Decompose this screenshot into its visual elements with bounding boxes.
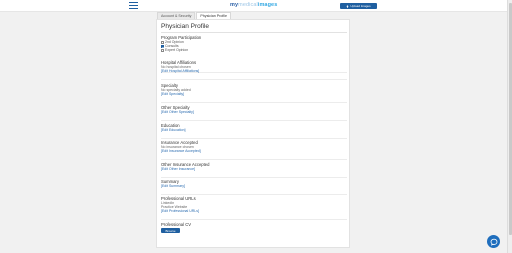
professional-cv-section: Professional CV Browse <box>161 222 347 233</box>
tab-physician-profile[interactable]: Physician Profile <box>196 12 231 19</box>
upload-images-label: Upload Images <box>350 4 371 8</box>
summary-section: Summary [Edit Summary] <box>161 179 347 195</box>
page-scrollbar[interactable] <box>507 0 512 253</box>
section-divider <box>161 159 347 160</box>
edit-other-insurance-link[interactable]: [Edit Other Insurance] <box>161 167 347 171</box>
section-divider <box>161 177 347 178</box>
section-divider <box>161 194 347 195</box>
upload-icon <box>346 4 350 8</box>
checkbox-2nd-opinion[interactable] <box>161 40 164 44</box>
top-navigation-bar: mymedicalimages Upload Images <box>0 0 512 12</box>
upload-images-button[interactable]: Upload Images <box>340 3 377 9</box>
edit-summary-link[interactable]: [Edit Summary] <box>161 184 347 188</box>
checkbox-consults[interactable] <box>161 44 164 48</box>
education-section: Education [Edit Education] <box>161 123 347 139</box>
site-logo[interactable]: mymedicalimages <box>230 2 277 8</box>
edit-specialty-link[interactable]: [Edit Specialty] <box>161 92 347 96</box>
program-participation-section: Program Participation 2nd Opinion Consul… <box>161 35 347 73</box>
option-label: Expert Opinion <box>165 48 189 52</box>
other-specialty-section: Other Specialty [Edit Other Specialty] <box>161 105 347 121</box>
page-title: Physician Profile <box>161 23 210 30</box>
other-insurance-section: Other Insurance Accepted [Edit Other Ins… <box>161 162 347 178</box>
hamburger-menu-icon[interactable] <box>129 2 138 9</box>
section-divider <box>161 102 347 103</box>
edit-other-specialty-link[interactable]: [Edit Other Specialty] <box>161 110 347 114</box>
chat-bubble-icon <box>490 238 497 246</box>
professional-cv-heading: Professional CV <box>161 222 192 227</box>
browse-cv-button[interactable]: Browse <box>161 228 180 233</box>
section-divider <box>161 120 347 121</box>
professional-urls-section: Professional URLs LinkedIn Practice Webs… <box>161 196 347 220</box>
edit-education-link[interactable]: [Edit Education] <box>161 128 347 132</box>
section-divider <box>161 138 347 139</box>
section-divider <box>161 79 347 80</box>
physician-profile-card: Physician Profile Program Participation … <box>156 19 350 248</box>
edit-insurance-accepted-link[interactable]: [Edit Insurance Accepted] <box>161 149 347 153</box>
settings-tabs: Account & Security Physician Profile <box>157 12 231 19</box>
checkbox-expert-opinion[interactable] <box>161 48 164 52</box>
option-expert-opinion[interactable]: Expert Opinion <box>161 48 347 52</box>
title-divider <box>161 32 347 33</box>
hospital-affiliations-section: Hospital Affiliations No hospital chosen… <box>161 60 347 80</box>
chat-launcher-button[interactable] <box>487 235 500 248</box>
edit-hospital-affiliations-link[interactable]: [Edit Hospital Affiliations] <box>161 69 347 73</box>
section-divider <box>161 219 347 220</box>
tab-account-security[interactable]: Account & Security <box>157 12 196 19</box>
edit-professional-urls-link[interactable]: [Edit Professional URLs] <box>161 209 347 213</box>
specialty-section: Specialty No specialty added [Edit Speci… <box>161 83 347 103</box>
insurance-accepted-section: Insurance Accepted No insurance chosen [… <box>161 140 347 160</box>
